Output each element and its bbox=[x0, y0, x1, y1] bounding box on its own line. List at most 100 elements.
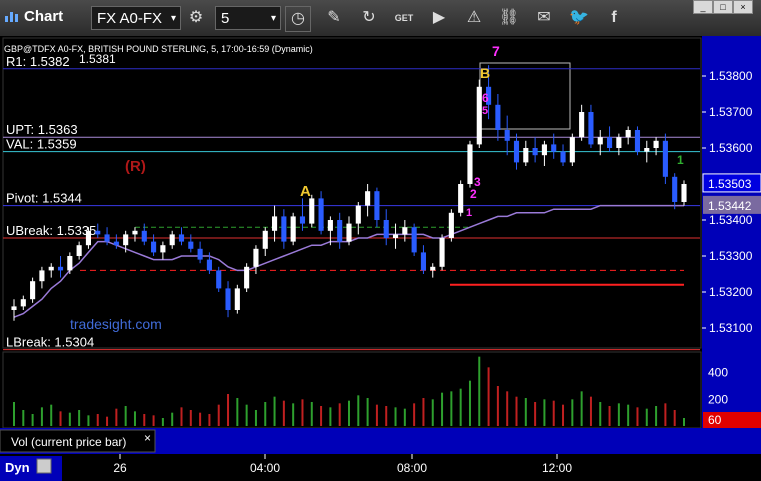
dyn-settings-icon[interactable] bbox=[36, 458, 52, 474]
refresh-icon[interactable]: ↻ bbox=[357, 6, 381, 30]
volume-bar bbox=[264, 402, 267, 426]
pencil-icon[interactable]: ✎ bbox=[322, 6, 346, 30]
link-icon[interactable]: ⛓ bbox=[497, 6, 521, 30]
volume-bar bbox=[571, 399, 574, 426]
volume-bar bbox=[413, 403, 416, 426]
interval-select[interactable]: 5 ▾ bbox=[215, 6, 281, 30]
candle-body bbox=[225, 288, 231, 310]
annotation-label: 2 bbox=[470, 187, 477, 201]
app-title: Chart bbox=[4, 8, 63, 25]
candle-body bbox=[430, 266, 436, 271]
interval-value: 5 bbox=[221, 10, 230, 27]
alert-icon[interactable]: ⚠ bbox=[462, 6, 486, 30]
volume-bar bbox=[552, 400, 555, 426]
volume-bar bbox=[617, 403, 620, 426]
ma-price-label: 1.53442 bbox=[708, 199, 752, 213]
volume-bar bbox=[450, 391, 453, 426]
candle-body bbox=[206, 259, 212, 271]
candle-body bbox=[374, 191, 380, 220]
candle-body bbox=[123, 234, 129, 246]
volume-panel-close-icon[interactable]: × bbox=[144, 431, 151, 445]
price-tick-label: 1.53800 bbox=[709, 69, 753, 83]
chart-header: GBP@TDFX A0-FX, BRITISH POUND STERLING, … bbox=[4, 44, 313, 54]
facebook-icon[interactable]: f bbox=[602, 6, 626, 30]
volume-bar bbox=[496, 386, 499, 426]
minimize-button[interactable]: _ bbox=[693, 0, 713, 14]
candle-body bbox=[39, 270, 45, 282]
candle-body bbox=[271, 216, 278, 231]
candle-body bbox=[551, 144, 557, 152]
candle-body bbox=[458, 184, 464, 213]
volume-bar bbox=[394, 407, 397, 426]
candle-body bbox=[672, 176, 678, 202]
candle-body bbox=[662, 140, 668, 177]
annotation-label: 6 bbox=[482, 91, 489, 105]
price-panel bbox=[2, 37, 702, 349]
volume-bar bbox=[645, 408, 648, 426]
volume-bar bbox=[459, 388, 462, 426]
volume-bar bbox=[664, 403, 667, 426]
dyn-mode-label[interactable]: Dyn bbox=[5, 460, 30, 475]
volume-bar bbox=[599, 402, 602, 426]
volume-bar bbox=[31, 414, 34, 426]
volume-bar bbox=[208, 414, 211, 426]
annotation-label: A bbox=[300, 183, 311, 200]
symbol-select[interactable]: FX A0-FX ▾ bbox=[91, 6, 181, 30]
volume-bar bbox=[106, 416, 109, 426]
volume-bar bbox=[133, 411, 136, 426]
candle-body bbox=[20, 299, 26, 307]
candle-body bbox=[132, 230, 138, 235]
volume-bar bbox=[655, 406, 658, 426]
candle-body bbox=[104, 234, 110, 242]
volume-bar bbox=[292, 403, 295, 426]
candle-body bbox=[681, 184, 687, 202]
level-label: LBreak: 1.5304 bbox=[6, 335, 94, 350]
candle-body bbox=[541, 144, 547, 156]
twitter-icon[interactable]: 🐦 bbox=[567, 6, 591, 30]
volume-bar bbox=[487, 367, 490, 426]
play-icon[interactable]: ▶ bbox=[427, 6, 451, 30]
volume-bar bbox=[282, 400, 285, 426]
volume-bar bbox=[329, 407, 332, 426]
volume-bar bbox=[59, 411, 62, 426]
clock-icon[interactable]: ◷ bbox=[285, 6, 311, 32]
volume-bar bbox=[310, 402, 313, 426]
candle-body bbox=[197, 248, 203, 260]
level-label: UPT: 1.5363 bbox=[6, 122, 78, 137]
candle-body bbox=[383, 220, 389, 238]
annotation-label: 7 bbox=[492, 43, 500, 59]
candle-body bbox=[76, 245, 82, 256]
volume-bar bbox=[22, 410, 25, 426]
volume-bar bbox=[506, 391, 509, 426]
candle-body bbox=[644, 148, 650, 152]
volume-tick-label: 400 bbox=[708, 366, 728, 380]
volume-bar bbox=[562, 404, 565, 426]
close-button[interactable]: × bbox=[733, 0, 753, 14]
volume-bar bbox=[254, 410, 257, 426]
maximize-button[interactable]: □ bbox=[713, 0, 733, 14]
candle-body bbox=[625, 130, 631, 138]
volume-bar bbox=[543, 399, 546, 426]
level-extra-label: 1.5381 bbox=[79, 52, 116, 66]
chevron-down-icon: ▾ bbox=[270, 13, 276, 24]
candle-body bbox=[30, 281, 36, 300]
candle-body bbox=[588, 112, 594, 145]
candle-body bbox=[290, 216, 296, 242]
candle-body bbox=[318, 198, 324, 231]
volume-bar bbox=[375, 404, 378, 426]
candle-body bbox=[355, 205, 361, 224]
candle-body bbox=[327, 220, 333, 231]
annotation-label: 1 bbox=[677, 153, 684, 167]
gear-icon[interactable]: ⚙ bbox=[184, 6, 208, 30]
get-icon[interactable]: GET bbox=[392, 6, 416, 30]
chart-area[interactable]: Vol (current price bar) × Dyn GBP@TDFX A… bbox=[0, 36, 761, 481]
volume-bar bbox=[115, 408, 118, 426]
message-icon[interactable]: ✉ bbox=[532, 6, 556, 30]
watermark: tradesight.com bbox=[70, 316, 162, 332]
candle-body bbox=[569, 137, 575, 163]
candle-body bbox=[169, 234, 175, 246]
level-label: Pivot: 1.5344 bbox=[6, 191, 82, 206]
volume-bar bbox=[366, 398, 369, 426]
price-tick-label: 1.53100 bbox=[709, 321, 753, 335]
chart-icon bbox=[4, 9, 20, 23]
